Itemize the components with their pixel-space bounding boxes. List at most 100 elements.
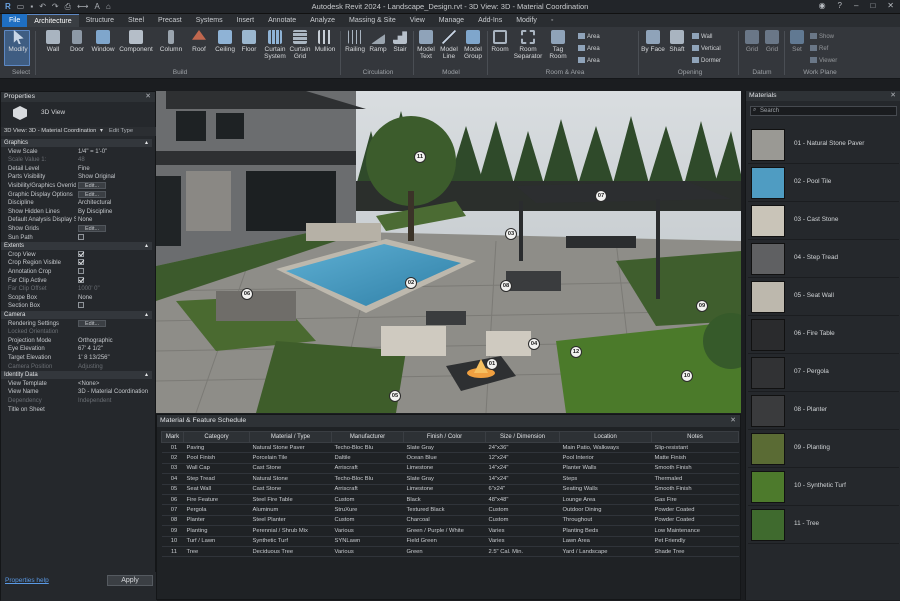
table-cell[interactable]: Powder Coated xyxy=(651,515,739,527)
close-icon[interactable]: ✕ xyxy=(887,1,894,10)
property-checkbox[interactable] xyxy=(78,250,84,257)
table-cell[interactable]: Green xyxy=(403,546,486,558)
table-cell[interactable]: Steps xyxy=(559,473,652,485)
table-cell[interactable]: Custom xyxy=(331,494,404,506)
door-button[interactable]: Door xyxy=(66,30,88,53)
column-button[interactable]: Column xyxy=(156,30,186,53)
property-value[interactable]: 3D - Material Coordination xyxy=(78,388,148,396)
material-item[interactable]: 01 - Natural Stone Paver xyxy=(748,127,899,164)
table-cell[interactable]: Synthetic Turf xyxy=(249,536,332,547)
table-cell[interactable]: Turf / Lawn xyxy=(183,536,250,547)
tag-room-button[interactable]: Tag Room xyxy=(546,30,570,60)
edit-button[interactable]: Edit... xyxy=(78,182,107,189)
curtain-system-button[interactable]: Curtain System xyxy=(262,30,288,60)
property-value[interactable]: None xyxy=(78,294,92,302)
column-header[interactable]: Finish / Color xyxy=(403,431,486,443)
user-icon[interactable]: ◉ xyxy=(819,1,826,10)
property-checkbox[interactable] xyxy=(78,276,84,283)
show-button[interactable]: Show xyxy=(810,33,834,40)
table-cell[interactable]: Seat Wall xyxy=(183,484,250,495)
tab-precast[interactable]: Precast xyxy=(151,14,189,27)
table-cell[interactable]: Arriscraft xyxy=(331,484,404,495)
callout-09[interactable]: 09 xyxy=(696,300,708,312)
edit-button[interactable]: Edit... xyxy=(78,225,107,232)
table-cell[interactable]: Varies xyxy=(485,525,560,537)
table-cell[interactable]: Smooth Finish xyxy=(651,484,739,495)
properties-help-link[interactable]: Properties help xyxy=(5,577,49,584)
table-cell[interactable]: Ocean Blue xyxy=(403,452,486,464)
table-cell[interactable]: Daltile xyxy=(331,452,404,464)
table-cell[interactable]: 11 xyxy=(161,546,184,558)
material-item[interactable]: 03 - Cast Stone xyxy=(748,203,899,240)
column-header[interactable]: Location xyxy=(559,431,652,443)
table-cell[interactable]: Varies xyxy=(485,536,560,547)
table-cell[interactable]: Field Green xyxy=(403,536,486,547)
table-cell[interactable]: 48"x48" xyxy=(485,494,560,506)
table-cell[interactable]: 2.5" Cal. Min. xyxy=(485,546,560,558)
table-cell[interactable]: Various xyxy=(331,546,404,558)
curtain-grid-button[interactable]: Curtain Grid xyxy=(288,30,312,60)
table-cell[interactable]: Aluminum xyxy=(249,504,332,516)
viewer-button[interactable]: Viewer xyxy=(810,57,837,64)
property-value[interactable]: 67' 4 1/2" xyxy=(78,345,103,353)
property-checkbox[interactable] xyxy=(78,302,84,309)
minimize-icon[interactable]: – xyxy=(854,1,858,10)
table-cell[interactable]: Seating Walls xyxy=(559,484,652,495)
callout-02[interactable]: 02 xyxy=(405,277,417,289)
table-cell[interactable]: 03 xyxy=(161,463,184,475)
table-cell[interactable]: Throughout xyxy=(559,515,652,527)
property-value[interactable]: Orthographic xyxy=(78,337,113,345)
table-cell[interactable]: Shade Tree xyxy=(651,546,739,558)
table-cell[interactable]: Techo-Bloc Blu xyxy=(331,473,404,485)
table-row[interactable]: 08 Planter Steel Planter Custom Charcoal Cust… xyxy=(161,515,739,527)
table-cell[interactable]: 06 xyxy=(161,494,184,506)
material-item[interactable]: 11 - Tree xyxy=(748,507,899,544)
table-cell[interactable]: Various xyxy=(331,525,404,537)
table-cell[interactable]: Planting Beds xyxy=(559,525,652,537)
table-cell[interactable]: Step Tread xyxy=(183,473,250,485)
edit-button[interactable]: Edit... xyxy=(78,319,107,327)
table-cell[interactable]: Steel Fire Table xyxy=(249,494,332,506)
table-cell[interactable]: Yard / Landscape xyxy=(559,546,652,558)
tab-insert[interactable]: Insert xyxy=(230,14,262,27)
property-checkbox[interactable] xyxy=(78,259,84,266)
table-cell[interactable]: Limestone xyxy=(403,463,486,475)
edit-button[interactable]: Edit... xyxy=(78,190,107,198)
table-row[interactable]: 02 Pool Finish Porcelain Tile Daltile Ocean … xyxy=(161,452,739,464)
close-icon[interactable]: ✕ xyxy=(890,91,896,101)
callout-05[interactable]: 05 xyxy=(389,390,401,402)
tab-modify[interactable]: Modify xyxy=(509,14,544,27)
maximize-icon[interactable]: □ xyxy=(870,1,875,10)
table-cell[interactable]: Limestone xyxy=(403,484,486,495)
callout-12[interactable]: 12 xyxy=(570,346,582,358)
table-cell[interactable]: Tree xyxy=(183,546,250,558)
vertical-opening-button[interactable]: Vertical xyxy=(692,45,721,52)
table-cell[interactable]: Techo-Bloc Blu xyxy=(331,442,404,454)
column-header[interactable]: Material / Type xyxy=(249,431,332,443)
property-checkbox[interactable] xyxy=(78,268,84,274)
callout-06[interactable]: 06 xyxy=(241,288,253,300)
property-value[interactable]: Fine xyxy=(78,165,90,173)
ceiling-button[interactable]: Ceiling xyxy=(212,30,238,53)
collapse-icon[interactable]: ▴ xyxy=(145,242,148,250)
property-checkbox[interactable] xyxy=(78,233,84,240)
table-cell[interactable]: Custom xyxy=(485,504,560,516)
railing-button[interactable]: Railing xyxy=(343,30,367,53)
table-cell[interactable]: Main Patio, Walkways xyxy=(559,442,652,454)
property-value[interactable]: Show Original xyxy=(78,173,115,181)
table-cell[interactable]: StruXure xyxy=(331,504,404,516)
table-cell[interactable]: Lawn Area xyxy=(559,536,652,547)
column-header[interactable]: Notes xyxy=(651,431,739,443)
tab-manage[interactable]: Manage xyxy=(432,14,471,27)
model-group-button[interactable]: Model Group xyxy=(461,30,485,60)
table-row[interactable]: 09 Planting Perennial / Shrub Mix Various Gr… xyxy=(161,525,739,537)
material-item[interactable]: 07 - Pergola xyxy=(748,355,899,392)
property-value[interactable]: None xyxy=(78,216,92,224)
callout-10[interactable]: 10 xyxy=(681,370,693,382)
close-icon[interactable]: ✕ xyxy=(730,415,736,427)
table-cell[interactable]: Custom xyxy=(485,515,560,527)
table-cell[interactable]: Pergola xyxy=(183,504,250,516)
table-cell[interactable]: Slate Gray xyxy=(403,442,486,454)
table-cell[interactable]: 02 xyxy=(161,452,184,464)
stair-button[interactable]: Stair xyxy=(389,30,411,53)
